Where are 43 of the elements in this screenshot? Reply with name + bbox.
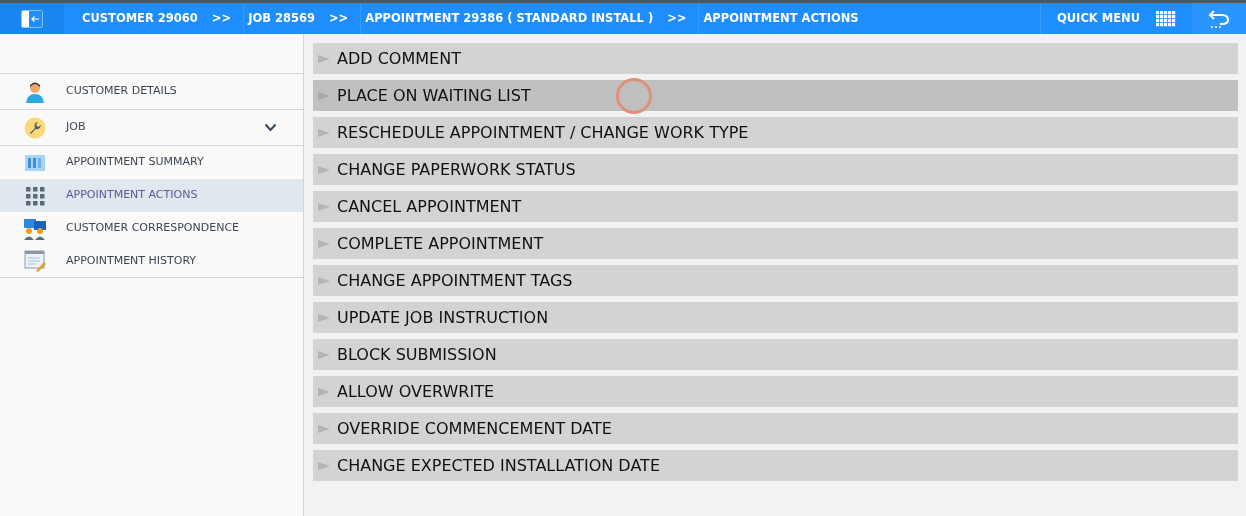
- triangle-icon: [318, 275, 330, 286]
- action-row[interactable]: CHANGE APPOINTMENT TAGS: [313, 265, 1238, 296]
- action-row[interactable]: UPDATE JOB INSTRUCTION: [313, 302, 1238, 333]
- action-row[interactable]: CANCEL APPOINTMENT: [313, 191, 1238, 222]
- action-row[interactable]: RESCHEDULE APPOINTMENT / CHANGE WORK TYPE: [313, 117, 1238, 148]
- undo-icon[interactable]: [1208, 8, 1230, 29]
- triangle-icon: [318, 238, 330, 249]
- triangle-icon: [318, 90, 330, 101]
- cursor-ring: [616, 78, 652, 114]
- breadcrumb-separator: >>: [666, 9, 688, 27]
- triangle-icon: [318, 386, 330, 397]
- breadcrumb-separator: >>: [210, 9, 233, 27]
- person-icon: [24, 80, 46, 103]
- action-row[interactable]: COMPLETE APPOINTMENT: [313, 228, 1238, 259]
- action-row[interactable]: BLOCK SUBMISSION: [313, 339, 1238, 370]
- document-pencil-icon: [24, 250, 46, 272]
- triangle-icon: [318, 53, 330, 64]
- triangle-icon: [318, 127, 330, 138]
- action-row[interactable]: CHANGE EXPECTED INSTALLATION DATE: [313, 450, 1238, 481]
- triangle-icon: [318, 349, 330, 360]
- triangle-icon: [318, 201, 330, 212]
- sidebar-item[interactable]: APPOINTMENT HISTORY: [0, 245, 303, 278]
- action-row[interactable]: CHANGE PAPERWORK STATUS: [313, 154, 1238, 185]
- people-icon: [24, 217, 46, 240]
- sidebar-item[interactable]: CUSTOMER DETAILS: [0, 74, 303, 110]
- sidebar-item[interactable]: JOB: [0, 110, 303, 146]
- exit-icon[interactable]: [21, 9, 43, 28]
- triangle-icon: [318, 460, 330, 471]
- grid-icon: [1156, 10, 1176, 27]
- triangle-icon: [318, 312, 330, 323]
- sidebar-item[interactable]: APPOINTMENT ACTIONS: [0, 179, 303, 212]
- wrench-icon: [24, 116, 46, 139]
- triangle-icon: [318, 423, 330, 434]
- breadcrumb-separator: >>: [328, 9, 350, 27]
- sidebar-item[interactable]: CUSTOMER CORRESPONDENCE: [0, 212, 303, 245]
- triangle-icon: [318, 164, 330, 175]
- action-row[interactable]: ALLOW OVERWRITE: [313, 376, 1238, 407]
- sidebar-item[interactable]: APPOINTMENT SUMMARY: [0, 146, 303, 179]
- action-row[interactable]: ADD COMMENT: [313, 43, 1238, 74]
- grid-icon: [24, 184, 46, 207]
- action-row[interactable]: OVERRIDE COMMENCEMENT DATE: [313, 413, 1238, 444]
- action-row[interactable]: PLACE ON WAITING LIST: [313, 80, 1238, 111]
- chevron-icon[interactable]: [264, 123, 277, 132]
